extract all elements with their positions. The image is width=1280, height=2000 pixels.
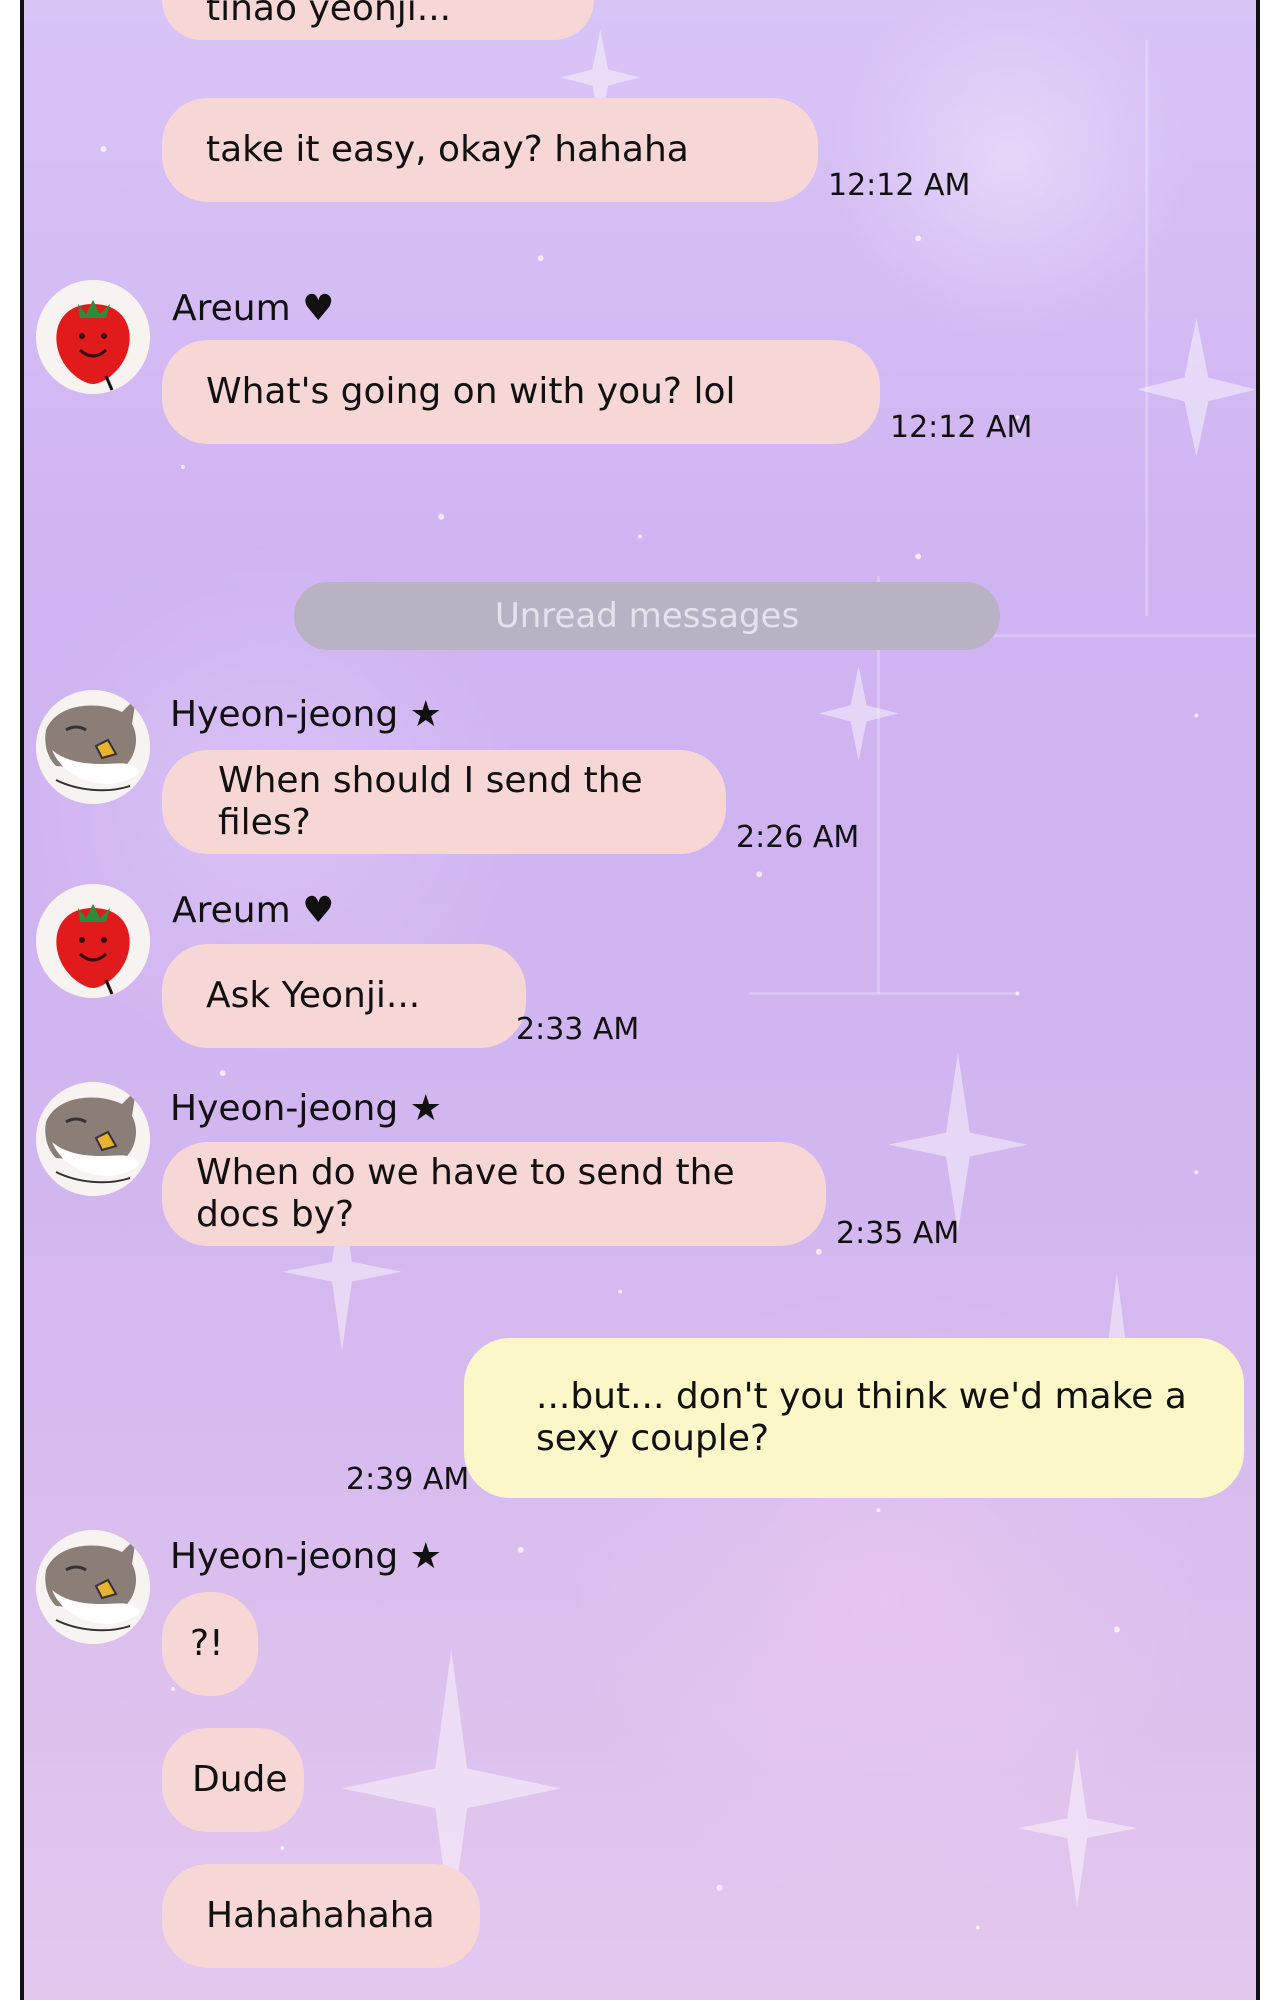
message-timestamp: 2:26 AM — [736, 820, 860, 855]
avatar[interactable] — [36, 280, 150, 394]
sender-name: Hyeon-jeong ★ — [170, 1088, 442, 1129]
message-timestamp: 12:12 AM — [828, 168, 971, 203]
message-text: Dude — [192, 1759, 288, 1800]
message-text: Hahahahaha — [206, 1895, 435, 1936]
unread-messages-divider: Unread messages — [294, 582, 1000, 650]
message-text: What's going on with you? lol — [206, 371, 736, 412]
message-bubble[interactable]: When do we have to send the docs by? — [162, 1142, 826, 1246]
message-text: When should I send the files? — [218, 760, 643, 843]
cat-icon — [36, 1082, 150, 1196]
avatar[interactable] — [36, 690, 150, 804]
chat-window: tinao yeonji... take it easy, okay? haha… — [20, 0, 1260, 2000]
message-bubble[interactable]: Ask Yeonji... — [162, 944, 526, 1048]
sender-name: Hyeon-jeong ★ — [170, 1536, 442, 1577]
message-timestamp: 2:39 AM — [346, 1462, 470, 1497]
message-bubble[interactable]: Dude — [162, 1728, 304, 1832]
avatar[interactable] — [36, 884, 150, 998]
message-text: Ask Yeonji... — [206, 975, 421, 1016]
message-bubble[interactable]: take it easy, okay? hahaha — [162, 98, 818, 202]
avatar[interactable] — [36, 1530, 150, 1644]
message-text: When do we have to send the docs by? — [196, 1152, 735, 1235]
strawberry-icon — [36, 280, 150, 394]
outgoing-message-bubble[interactable]: ...but... don't you think we'd make a se… — [464, 1338, 1244, 1498]
message-text: tinao yeonji... — [206, 0, 452, 29]
message-bubble[interactable]: What's going on with you? lol — [162, 340, 880, 444]
message-bubble[interactable]: ?! — [162, 1592, 258, 1696]
message-timestamp: 2:33 AM — [516, 1012, 640, 1047]
strawberry-icon — [36, 884, 150, 998]
message-text: ...but... don't you think we'd make a se… — [536, 1376, 1187, 1459]
cat-icon — [36, 1530, 150, 1644]
avatar[interactable] — [36, 1082, 150, 1196]
sender-name: Areum ♥ — [172, 288, 335, 329]
message-text: ?! — [190, 1623, 224, 1664]
message-bubble[interactable]: tinao yeonji... — [162, 0, 594, 40]
message-bubble[interactable]: Hahahahaha — [162, 1864, 480, 1968]
message-timestamp: 12:12 AM — [890, 410, 1033, 445]
sender-name: Hyeon-jeong ★ — [170, 694, 442, 735]
sender-name: Areum ♥ — [172, 890, 335, 931]
message-bubble[interactable]: When should I send the files? — [162, 750, 726, 854]
message-timestamp: 2:35 AM — [836, 1216, 960, 1251]
message-text: take it easy, okay? hahaha — [206, 129, 689, 170]
cat-icon — [36, 690, 150, 804]
